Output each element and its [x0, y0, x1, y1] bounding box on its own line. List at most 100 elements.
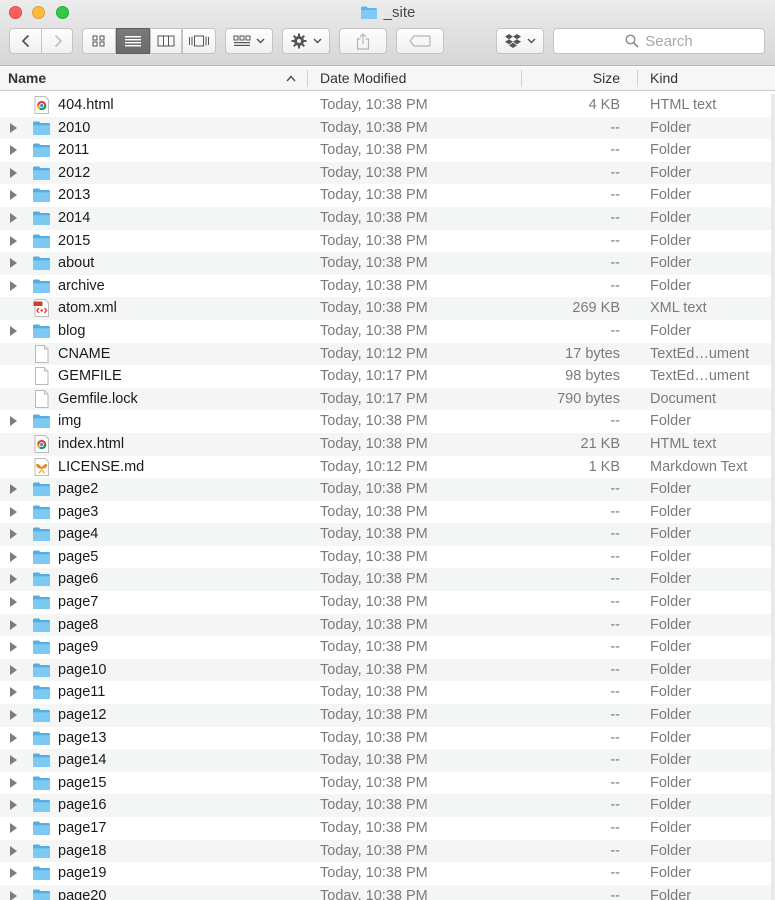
disclosure-triangle-icon[interactable] — [10, 325, 17, 336]
search-field[interactable]: Search — [553, 28, 765, 54]
file-row[interactable]: 2015 Today, 10:38 PM -- Folder — [0, 229, 775, 253]
file-row[interactable]: page15 Today, 10:38 PM -- Folder — [0, 771, 775, 795]
disclosure-triangle-icon[interactable] — [10, 258, 17, 269]
file-row[interactable]: page18 Today, 10:38 PM -- Folder — [0, 839, 775, 863]
file-row[interactable]: page16 Today, 10:38 PM -- Folder — [0, 794, 775, 817]
file-row[interactable]: page17 Today, 10:38 PM -- Folder — [0, 817, 775, 840]
file-row[interactable]: page13 Today, 10:38 PM -- Folder — [0, 726, 775, 750]
file-row[interactable]: page19 Today, 10:38 PM -- Folder — [0, 862, 775, 885]
file-size: 790 bytes — [557, 390, 620, 407]
back-button[interactable] — [10, 29, 42, 53]
file-row[interactable]: page3 Today, 10:38 PM -- Folder — [0, 500, 775, 524]
share-button[interactable] — [339, 28, 387, 54]
disclosure-triangle-icon[interactable] — [10, 732, 17, 743]
disclosure-triangle-icon[interactable] — [10, 800, 17, 811]
disclosure-triangle-icon[interactable] — [10, 145, 17, 156]
file-row[interactable]: Gemfile.lock Today, 10:17 PM 790 bytes Docu… — [0, 387, 775, 411]
cover-flow-button[interactable] — [182, 28, 216, 54]
date-modified-column-header[interactable]: Date Modified — [320, 67, 406, 90]
disclosure-triangle-icon[interactable] — [10, 529, 17, 540]
file-kind: Folder — [650, 503, 692, 520]
file-row[interactable]: page20 Today, 10:38 PM -- Folder — [0, 884, 775, 900]
file-row[interactable]: about Today, 10:38 PM -- Folder — [0, 252, 775, 275]
disclosure-triangle-icon[interactable] — [10, 167, 17, 178]
disclosure-triangle-icon[interactable] — [10, 416, 17, 427]
disclosure-triangle-icon[interactable] — [10, 664, 17, 675]
tag-button[interactable] — [396, 28, 444, 54]
disclosure-triangle-icon[interactable] — [10, 710, 17, 721]
column-view-button[interactable] — [150, 28, 182, 54]
dropbox-button[interactable] — [496, 28, 544, 54]
file-row[interactable]: page6 Today, 10:38 PM -- Folder — [0, 568, 775, 592]
file-row[interactable]: page4 Today, 10:38 PM -- Folder — [0, 523, 775, 546]
size-column-header[interactable]: Size — [522, 67, 620, 90]
file-date-modified: Today, 10:38 PM — [320, 300, 428, 317]
disclosure-triangle-icon[interactable] — [10, 597, 17, 608]
kind-column-header[interactable]: Kind — [650, 67, 678, 90]
disclosure-triangle-icon[interactable] — [10, 280, 17, 291]
file-row[interactable]: 2011 Today, 10:38 PM -- Folder — [0, 139, 775, 162]
disclosure-triangle-icon[interactable] — [10, 122, 17, 133]
blank-document-icon — [32, 344, 51, 363]
disclosure-triangle-icon[interactable] — [10, 212, 17, 223]
file-name: 2010 — [58, 119, 91, 136]
file-row[interactable]: GEMFILE Today, 10:17 PM 98 bytes TextEd…ume… — [0, 365, 775, 388]
window-title-bar: _site — [0, 4, 775, 22]
file-row[interactable]: page11 Today, 10:38 PM -- Folder — [0, 681, 775, 705]
folder-icon — [32, 548, 51, 566]
file-kind: Folder — [650, 661, 692, 678]
disclosure-triangle-icon[interactable] — [10, 506, 17, 517]
file-row[interactable]: 2012 Today, 10:38 PM -- Folder — [0, 161, 775, 185]
disclosure-triangle-icon[interactable] — [10, 845, 17, 856]
file-size: -- — [610, 594, 620, 611]
disclosure-triangle-icon[interactable] — [10, 619, 17, 630]
file-name: index.html — [58, 435, 125, 452]
file-row[interactable]: blog Today, 10:38 PM -- Folder — [0, 319, 775, 343]
disclosure-triangle-icon[interactable] — [10, 190, 17, 201]
file-name: page6 — [58, 571, 99, 588]
file-row[interactable]: 404.html Today, 10:38 PM 4 KB HTML text — [0, 94, 775, 117]
file-row[interactable]: LICENSE.md Today, 10:12 PM 1 KB Markdown Te… — [0, 455, 775, 479]
disclosure-triangle-icon[interactable] — [10, 687, 17, 698]
file-size: -- — [610, 616, 620, 633]
disclosure-triangle-icon[interactable] — [10, 642, 17, 653]
disclosure-triangle-icon[interactable] — [10, 551, 17, 562]
file-row[interactable]: 2014 Today, 10:38 PM -- Folder — [0, 206, 775, 230]
file-row[interactable]: page7 Today, 10:38 PM -- Folder — [0, 591, 775, 614]
disclosure-triangle-icon[interactable] — [10, 574, 17, 585]
file-row[interactable]: 2013 Today, 10:38 PM -- Folder — [0, 184, 775, 207]
file-kind: Folder — [650, 842, 692, 859]
disclosure-triangle-icon[interactable] — [10, 868, 17, 879]
list-view-button[interactable] — [116, 28, 150, 54]
file-size: 1 KB — [588, 458, 620, 475]
file-size: -- — [610, 661, 620, 678]
disclosure-triangle-icon[interactable] — [10, 484, 17, 495]
file-row[interactable]: CNAME Today, 10:12 PM 17 bytes TextEd…ument — [0, 342, 775, 366]
disclosure-triangle-icon[interactable] — [10, 755, 17, 766]
file-row[interactable]: page5 Today, 10:38 PM -- Folder — [0, 545, 775, 569]
column-view-icon — [157, 35, 175, 47]
file-row[interactable]: page12 Today, 10:38 PM -- Folder — [0, 704, 775, 727]
disclosure-triangle-icon[interactable] — [10, 235, 17, 246]
disclosure-triangle-icon[interactable] — [10, 823, 17, 833]
file-row[interactable]: 2010 Today, 10:38 PM -- Folder — [0, 116, 775, 140]
disclosure-triangle-icon[interactable] — [10, 890, 17, 900]
file-row[interactable]: page14 Today, 10:38 PM -- Folder — [0, 749, 775, 772]
search-icon — [625, 34, 639, 48]
file-row[interactable]: page10 Today, 10:38 PM -- Folder — [0, 658, 775, 682]
file-row[interactable]: page2 Today, 10:38 PM -- Folder — [0, 478, 775, 501]
file-row[interactable]: index.html Today, 10:38 PM 21 KB HTML text — [0, 432, 775, 456]
file-row[interactable]: page9 Today, 10:38 PM -- Folder — [0, 636, 775, 659]
file-kind: Folder — [650, 684, 692, 701]
file-row[interactable]: archive Today, 10:38 PM -- Folder — [0, 274, 775, 298]
file-row[interactable]: atom.xml Today, 10:38 PM 269 KB XML text — [0, 297, 775, 320]
icon-view-button[interactable] — [82, 28, 116, 54]
scrollbar-track[interactable] — [771, 94, 775, 900]
forward-button[interactable] — [42, 29, 73, 53]
disclosure-triangle-icon[interactable] — [10, 777, 17, 788]
action-menu-button[interactable] — [282, 28, 330, 54]
file-row[interactable]: page8 Today, 10:38 PM -- Folder — [0, 613, 775, 637]
name-column-header[interactable]: Name — [8, 67, 46, 90]
file-row[interactable]: img Today, 10:38 PM -- Folder — [0, 410, 775, 433]
arrange-button[interactable] — [225, 28, 273, 54]
